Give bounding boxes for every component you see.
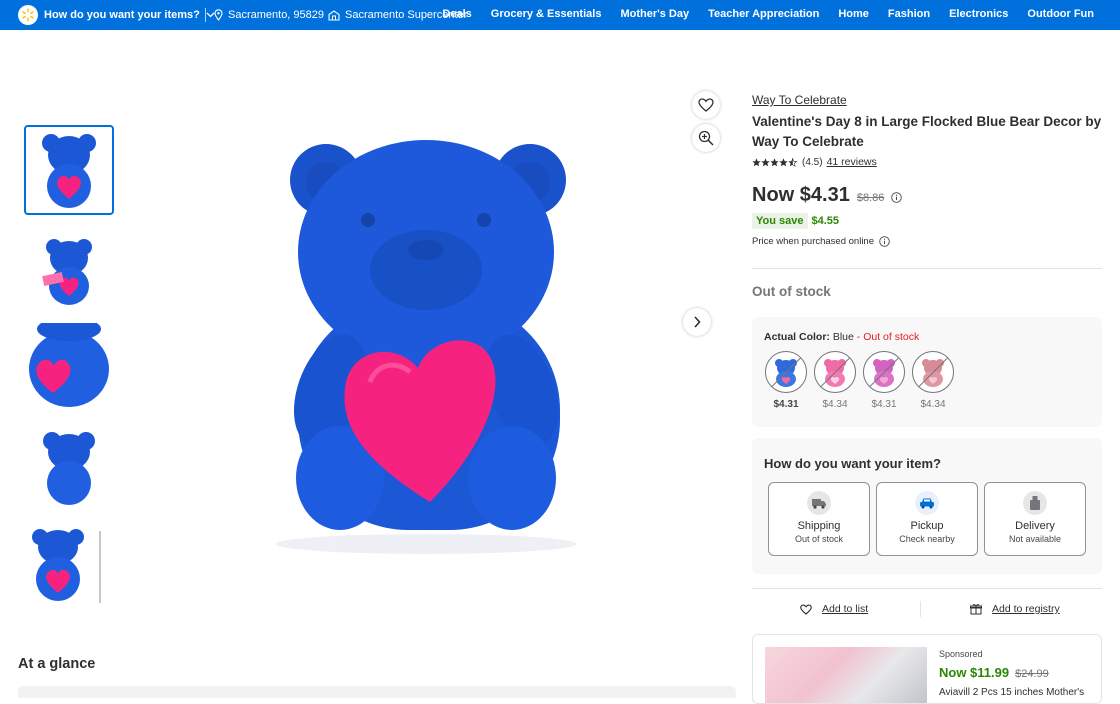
location-pin-icon [214, 9, 223, 21]
thumbnail-5[interactable] [24, 520, 114, 610]
add-to-list-label: Add to list [822, 603, 869, 615]
zoom-button[interactable] [692, 124, 720, 152]
star-rating-icon [752, 157, 798, 167]
car-icon [915, 491, 939, 515]
thumbnail-4[interactable] [24, 422, 114, 512]
savings-row: You save $4.55 [752, 213, 839, 229]
nav-grocery-essentials[interactable]: Grocery & Essentials [491, 8, 602, 20]
nav-electronics[interactable]: Electronics [949, 8, 1008, 20]
location-label: Sacramento, 95829 [228, 9, 325, 21]
fulfillment-option-status: Check nearby [899, 534, 955, 544]
variant-selected-value: Blue [832, 331, 854, 343]
sponsored-product-image[interactable] [765, 647, 927, 703]
at-a-glance-heading: At a glance [18, 656, 96, 672]
fulfillment-intent-button[interactable]: How do you want your items? [44, 9, 215, 21]
product-title: Valentine's Day 8 in Large Flocked Blue … [752, 114, 1102, 149]
swatch-price: $4.34 [920, 399, 946, 410]
walmart-logo-icon[interactable] [18, 5, 38, 25]
current-price: Now $4.31 [752, 184, 850, 206]
variant-selector: Actual Color: Blue - Out of stock $4.31 … [752, 317, 1102, 427]
swatch-purple[interactable] [863, 351, 905, 393]
add-to-registry-label: Add to registry [992, 603, 1060, 615]
fulfillment-option-pickup[interactable]: Pickup Check nearby [876, 482, 978, 556]
you-save-badge: You save [752, 213, 808, 229]
sponsored-product-title[interactable]: Aviavill 2 Pcs 15 inches Mother's [939, 687, 1084, 698]
stock-status: Out of stock [752, 284, 831, 299]
bag-icon [1023, 491, 1047, 515]
price-note-label: Price when purchased online [752, 236, 874, 247]
product-main-image[interactable] [200, 120, 654, 572]
truck-icon [807, 491, 831, 515]
variant-label-title: Actual Color: [764, 331, 830, 343]
swatch-price: $4.34 [822, 399, 848, 410]
sponsored-price-row: Now $11.99 $24.99 [939, 665, 1049, 680]
info-icon[interactable] [891, 192, 903, 203]
swatch-price: $4.31 [871, 399, 897, 410]
nav-home[interactable]: Home [838, 8, 869, 20]
swatch-price: $4.31 [773, 399, 799, 410]
was-price: $8.86 [856, 192, 885, 204]
nav-mothers-day[interactable]: Mother's Day [620, 8, 689, 20]
divider [752, 268, 1102, 269]
nav-outdoor-fun[interactable]: Outdoor Fun [1027, 8, 1094, 20]
nav-deals[interactable]: Deals [442, 8, 471, 20]
swatch-pink[interactable] [814, 351, 856, 393]
sponsored-current-price: Now $11.99 [939, 665, 1010, 680]
at-a-glance-panel [18, 686, 736, 698]
location-button[interactable]: Sacramento, 95829 [214, 9, 324, 21]
heart-outline-icon [800, 603, 812, 615]
department-nav: Deals Grocery & Essentials Mother's Day … [442, 8, 1120, 20]
fulfillment-option-delivery[interactable]: Delivery Not available [984, 482, 1086, 556]
gift-icon [970, 604, 982, 615]
swatch-blue[interactable] [765, 351, 807, 393]
reviews-link[interactable]: 41 reviews [827, 156, 877, 168]
thumbnail-3[interactable] [24, 320, 114, 410]
next-image-button[interactable] [683, 308, 711, 336]
fulfillment-title: How do you want your item? [764, 456, 941, 471]
price-note: Price when purchased online [752, 236, 890, 247]
divider [752, 588, 1102, 589]
zoom-in-icon [698, 130, 714, 146]
list-registry-actions: Add to list Add to registry [752, 600, 1102, 620]
add-to-list-button[interactable]: Add to list [800, 603, 868, 615]
add-to-registry-button[interactable]: Add to registry [970, 603, 1060, 615]
fulfillment-option-status: Not available [1008, 534, 1062, 544]
thumbnail-2[interactable] [24, 226, 114, 316]
rating-value: (4.5) [802, 156, 823, 168]
nav-teacher-appreciation[interactable]: Teacher Appreciation [708, 8, 819, 20]
fulfillment-intent-label: How do you want your items? [44, 9, 200, 21]
nav-fashion[interactable]: Fashion [888, 8, 930, 20]
store-icon [328, 9, 340, 21]
top-bar: How do you want your items? Sacramento, … [0, 0, 1120, 30]
rating-summary: (4.5) 41 reviews [752, 156, 877, 168]
you-save-amount: $4.55 [811, 215, 840, 227]
fulfillment-option-shipping[interactable]: Shipping Out of stock [768, 482, 870, 556]
fulfillment-option-label: Pickup [910, 520, 944, 532]
fulfillment-panel: How do you want your item? Shipping Out … [752, 438, 1102, 574]
fulfillment-option-label: Shipping [797, 520, 841, 532]
variant-stock-status: - Out of stock [856, 331, 920, 343]
thumbnail-1[interactable] [24, 125, 114, 215]
sponsored-label: Sponsored [939, 649, 983, 659]
fulfillment-option-status: Out of stock [794, 534, 844, 544]
swatch-rose[interactable] [912, 351, 954, 393]
brand-link[interactable]: Way To Celebrate [752, 93, 847, 107]
variant-label: Actual Color: Blue - Out of stock [764, 331, 919, 343]
fulfillment-option-label: Delivery [1015, 520, 1055, 532]
favorite-button[interactable] [692, 91, 720, 119]
heart-outline-icon [698, 98, 714, 112]
header-divider [205, 8, 206, 22]
divider [920, 601, 921, 617]
info-icon[interactable] [879, 236, 890, 247]
price-row: Now $4.31 $8.86 [752, 184, 903, 207]
sponsored-was-price: $24.99 [1015, 668, 1049, 680]
chevron-right-icon [694, 316, 701, 328]
